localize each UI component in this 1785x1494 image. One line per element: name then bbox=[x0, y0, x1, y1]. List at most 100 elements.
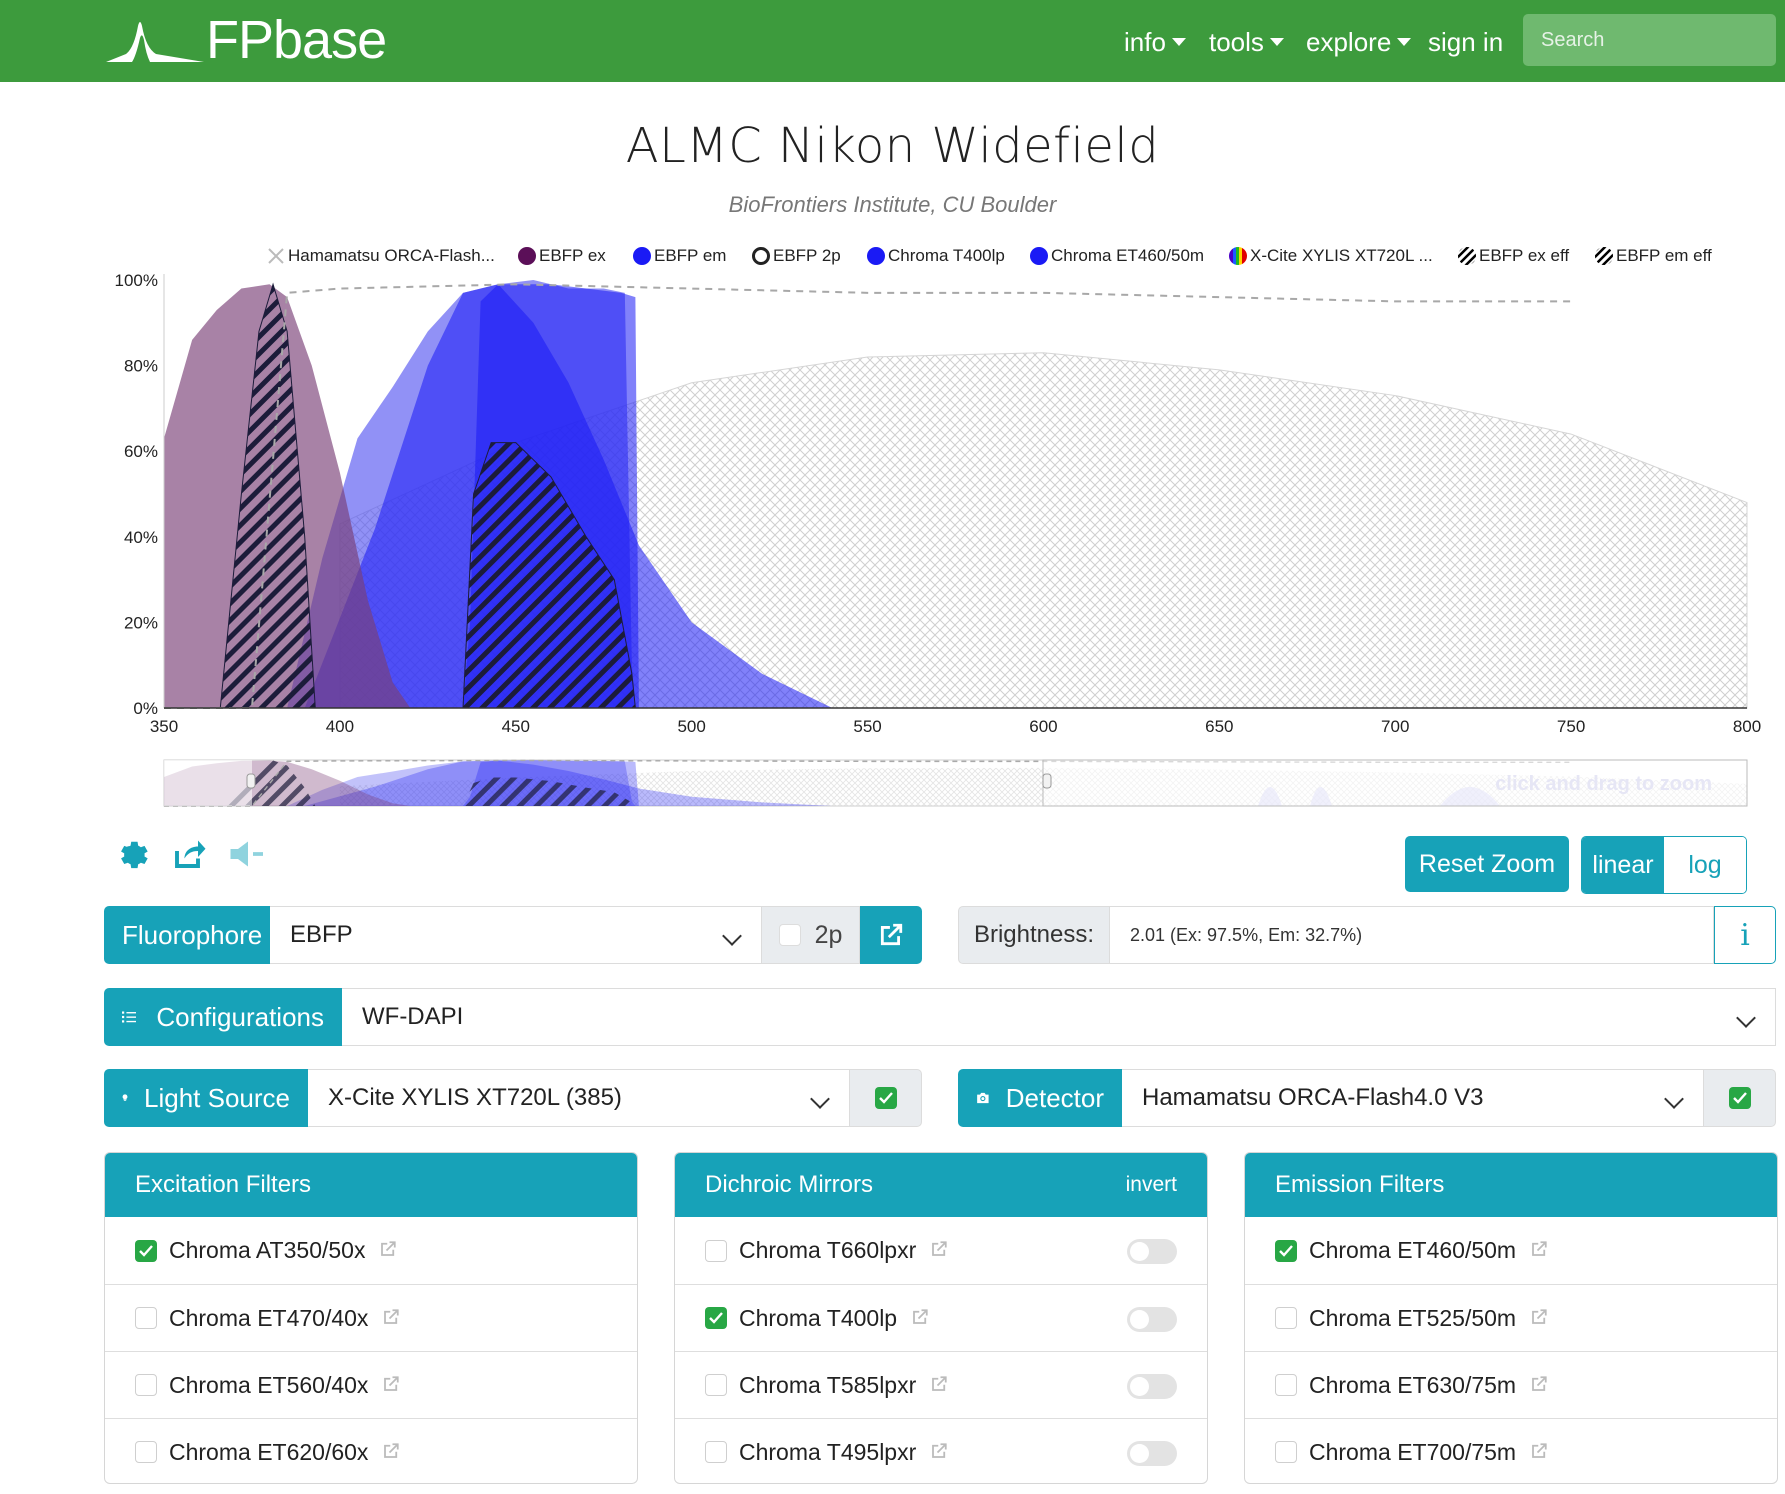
legend-item-orca[interactable]: Hamamatsu ORCA-Flash... bbox=[267, 246, 495, 266]
filter-row[interactable]: Chroma ET560/40x bbox=[105, 1351, 637, 1418]
reset-zoom-button[interactable]: Reset Zoom bbox=[1405, 836, 1569, 892]
external-link-icon[interactable] bbox=[1530, 1305, 1548, 1332]
filter-row[interactable]: Chroma AT350/50x bbox=[105, 1217, 637, 1284]
filter-row[interactable]: Chroma ET470/40x bbox=[105, 1284, 637, 1351]
filter-checkbox[interactable] bbox=[1275, 1239, 1297, 1262]
light-source-toggle[interactable] bbox=[850, 1069, 922, 1127]
search-input[interactable]: Search bbox=[1523, 14, 1776, 66]
filter-label: Chroma ET460/50m bbox=[1309, 1237, 1517, 1263]
filter-row[interactable]: Chroma T495lpxr bbox=[675, 1418, 1207, 1483]
external-link-icon[interactable] bbox=[382, 1305, 400, 1332]
filter-checkbox[interactable] bbox=[705, 1374, 727, 1396]
nav-info[interactable]: info bbox=[1124, 22, 1186, 62]
filter-checkbox[interactable] bbox=[1275, 1307, 1297, 1329]
legend-item-et460[interactable]: Chroma ET460/50m bbox=[1030, 246, 1204, 266]
filter-row[interactable]: Chroma ET525/50m bbox=[1245, 1284, 1777, 1351]
legend-item-ebfp-ex[interactable]: EBFP ex bbox=[518, 246, 606, 266]
brightness-value: 2.01 (Ex: 97.5%, Em: 32.7%) bbox=[1110, 906, 1714, 964]
chart-navigator[interactable]: click and drag to zoom bbox=[163, 759, 1748, 807]
external-link-icon[interactable] bbox=[930, 1439, 948, 1466]
external-link-icon[interactable] bbox=[911, 1305, 929, 1332]
detector-row: Detector Hamamatsu ORCA-Flash4.0 V3 bbox=[958, 1069, 1776, 1127]
invert-label: invert bbox=[1125, 1173, 1177, 1196]
y-tick-label: 20% bbox=[124, 613, 158, 632]
invert-toggle[interactable] bbox=[1127, 1441, 1177, 1466]
legend-item-em-eff[interactable]: EBFP em eff bbox=[1595, 246, 1712, 266]
filter-label: Chroma AT350/50x bbox=[169, 1237, 366, 1263]
filter-checkbox[interactable] bbox=[705, 1239, 727, 1262]
fluorophore-select[interactable]: EBFP bbox=[270, 906, 762, 964]
filter-checkbox[interactable] bbox=[135, 1441, 157, 1463]
navigator-handle[interactable] bbox=[1042, 773, 1052, 789]
twop-checkbox[interactable] bbox=[778, 924, 801, 946]
light-source-select[interactable]: X-Cite XYLIS XT720L (385) bbox=[308, 1069, 850, 1127]
speaker-muted-icon[interactable] bbox=[226, 832, 270, 876]
filter-row[interactable]: Chroma ET460/50m bbox=[1245, 1217, 1777, 1284]
filter-label: Chroma ET620/60x bbox=[169, 1438, 369, 1465]
filter-label: Chroma T400lp bbox=[739, 1304, 898, 1331]
log-scale-button[interactable]: log bbox=[1664, 837, 1746, 893]
x-tick-label: 450 bbox=[502, 717, 530, 736]
brightness-info-icon[interactable]: i bbox=[1714, 906, 1776, 964]
filter-checkbox[interactable] bbox=[135, 1374, 157, 1396]
spectra-chart[interactable]: 350 400 450 500 550 600 650 700 750 800 0% 20% 40% 60… bbox=[0, 270, 1785, 820]
light-source-label: Light Source bbox=[104, 1069, 308, 1127]
filter-row[interactable]: Chroma T585lpxr bbox=[675, 1351, 1207, 1418]
external-link-icon[interactable] bbox=[382, 1439, 400, 1466]
detector-select[interactable]: Hamamatsu ORCA-Flash4.0 V3 bbox=[1122, 1069, 1704, 1127]
nav-sign-in[interactable]: sign in bbox=[1428, 22, 1503, 62]
filter-row[interactable]: Chroma T400lp bbox=[675, 1284, 1207, 1351]
fpbase-logo[interactable]: FPbase bbox=[106, 12, 387, 68]
filter-checkbox[interactable] bbox=[705, 1441, 727, 1463]
card-title: Dichroic Mirrors invert bbox=[675, 1153, 1207, 1217]
filter-checkbox[interactable] bbox=[135, 1307, 157, 1329]
lightbulb-icon bbox=[122, 1094, 128, 1102]
invert-toggle[interactable] bbox=[1127, 1239, 1177, 1264]
detector-checkbox[interactable] bbox=[1728, 1087, 1751, 1109]
legend-item-t400lp[interactable]: Chroma T400lp bbox=[867, 246, 1005, 266]
legend-item-ex-eff[interactable]: EBFP ex eff bbox=[1458, 246, 1569, 266]
external-link-icon[interactable] bbox=[930, 1237, 948, 1264]
external-link-icon[interactable] bbox=[1530, 1237, 1548, 1264]
filter-row[interactable]: Chroma T660lpxr bbox=[675, 1217, 1207, 1284]
external-link-icon[interactable] bbox=[1530, 1439, 1548, 1466]
twop-toggle[interactable]: 2p bbox=[762, 906, 860, 964]
legend-item-xcite[interactable]: X-Cite XYLIS XT720L ... bbox=[1229, 246, 1433, 266]
x-tick-label: 500 bbox=[677, 717, 705, 736]
filter-checkbox[interactable] bbox=[705, 1307, 727, 1329]
checkmark-icon bbox=[878, 1092, 893, 1104]
filter-checkbox[interactable] bbox=[1275, 1441, 1297, 1463]
nav-explore[interactable]: explore bbox=[1306, 22, 1412, 62]
navigator-mask bbox=[164, 760, 252, 806]
filter-checkbox[interactable] bbox=[1275, 1374, 1297, 1396]
filter-checkbox[interactable] bbox=[135, 1239, 157, 1262]
plot-area bbox=[164, 280, 1748, 709]
x-tick-label: 700 bbox=[1381, 717, 1409, 736]
legend-item-ebfp-em[interactable]: EBFP em bbox=[633, 246, 726, 266]
share-icon[interactable] bbox=[167, 832, 211, 876]
legend-item-ebfp-2p[interactable]: EBFP 2p bbox=[752, 246, 841, 266]
linear-scale-button[interactable]: linear bbox=[1582, 837, 1664, 893]
filter-row[interactable]: Chroma ET700/75m bbox=[1245, 1418, 1777, 1483]
detector-toggle[interactable] bbox=[1704, 1069, 1776, 1127]
configurations-select[interactable]: WF-DAPI bbox=[342, 988, 1776, 1046]
external-link-icon[interactable] bbox=[382, 1372, 400, 1399]
chevron-down-icon bbox=[1664, 1089, 1684, 1109]
external-link-icon[interactable] bbox=[1530, 1372, 1548, 1399]
configurations-label: Configurations bbox=[104, 988, 342, 1046]
light-source-checkbox[interactable] bbox=[874, 1087, 897, 1109]
checkmark-icon bbox=[1732, 1092, 1747, 1104]
invert-toggle[interactable] bbox=[1127, 1307, 1177, 1332]
solid-swatch-icon bbox=[633, 247, 651, 265]
external-link-button[interactable] bbox=[860, 906, 922, 964]
invert-toggle[interactable] bbox=[1127, 1374, 1177, 1399]
navigator-handle[interactable] bbox=[246, 773, 256, 789]
card-title: Excitation Filters bbox=[105, 1153, 637, 1217]
filter-row[interactable]: Chroma ET620/60x bbox=[105, 1418, 637, 1483]
external-link-icon[interactable] bbox=[379, 1237, 397, 1264]
external-link-icon[interactable] bbox=[930, 1372, 948, 1399]
solid-swatch-icon bbox=[518, 247, 536, 265]
settings-gear-icon[interactable] bbox=[110, 832, 154, 876]
nav-tools[interactable]: tools bbox=[1209, 22, 1284, 62]
filter-row[interactable]: Chroma ET630/75m bbox=[1245, 1351, 1777, 1418]
